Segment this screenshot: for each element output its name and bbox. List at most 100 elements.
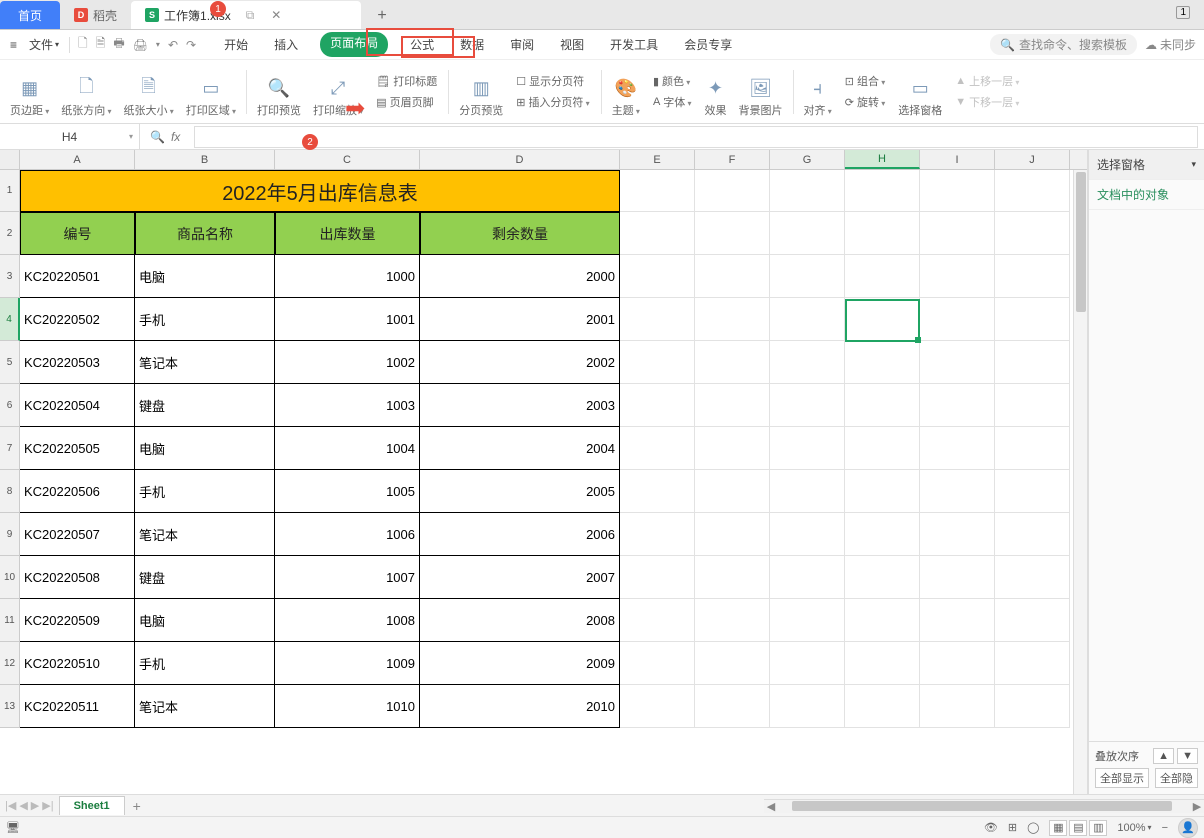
cell[interactable] — [845, 170, 920, 212]
cell[interactable] — [620, 556, 695, 599]
tab-member[interactable]: 会员专享 — [680, 32, 736, 57]
cell[interactable] — [770, 470, 845, 513]
col-header-G[interactable]: G — [770, 150, 845, 169]
grid-body[interactable]: 12345678910111213 2022年5月出库信息表编号商品名称出库数量… — [0, 170, 1087, 728]
row-header-10[interactable]: 10 — [0, 556, 20, 599]
btn-hide-all[interactable]: 全部隐 — [1155, 768, 1198, 788]
circle-icon[interactable]: ◯ — [1027, 821, 1039, 834]
sheet-nav-last[interactable]: ▶| — [42, 799, 53, 812]
data-cell[interactable]: 1010 — [275, 685, 420, 728]
btn-rotate[interactable]: ⟳旋转 — [841, 92, 889, 112]
col-header-J[interactable]: J — [995, 150, 1070, 169]
data-cell[interactable]: 笔记本 — [135, 341, 275, 384]
row-header-3[interactable]: 3 — [0, 255, 20, 298]
cell[interactable] — [770, 170, 845, 212]
btn-print-area[interactable]: ▭打印区域 — [180, 64, 242, 120]
data-cell[interactable]: 电脑 — [135, 427, 275, 470]
cell[interactable] — [845, 513, 920, 556]
tab-page-layout[interactable]: 页面布局 — [320, 32, 388, 57]
view-break[interactable]: ▥ — [1089, 820, 1107, 836]
hscroll-thumb[interactable] — [792, 801, 1172, 811]
cell[interactable] — [995, 170, 1070, 212]
cell[interactable] — [995, 513, 1070, 556]
cell[interactable] — [695, 513, 770, 556]
row-header-2[interactable]: 2 — [0, 212, 20, 255]
data-cell[interactable]: 2007 — [420, 556, 620, 599]
qat-undo-icon[interactable]: ↶ — [168, 38, 178, 52]
data-cell[interactable]: 2006 — [420, 513, 620, 556]
data-cell[interactable]: KC20220509 — [20, 599, 135, 642]
btn-paper-size[interactable]: 🗎纸张大小 — [118, 64, 180, 120]
cell[interactable] — [770, 599, 845, 642]
data-cell[interactable]: 1001 — [275, 298, 420, 341]
hscroll-left[interactable]: ◀ — [764, 800, 778, 813]
sync-status[interactable]: ☁ 未同步 — [1145, 36, 1204, 53]
cell[interactable] — [770, 212, 845, 255]
cell[interactable] — [920, 341, 995, 384]
new-tab-button[interactable]: + — [369, 3, 395, 29]
cell[interactable] — [995, 642, 1070, 685]
tab-view[interactable]: 视图 — [556, 32, 588, 57]
cell[interactable] — [995, 685, 1070, 728]
btn-move-down[interactable]: ▼ — [1177, 748, 1198, 764]
column-title[interactable]: 编号 — [20, 212, 135, 255]
cell[interactable] — [620, 170, 695, 212]
cell[interactable] — [845, 427, 920, 470]
add-sheet-button[interactable]: + — [125, 798, 149, 814]
data-cell[interactable]: 1007 — [275, 556, 420, 599]
tab-insert[interactable]: 插入 — [270, 32, 302, 57]
tab-home[interactable]: 首页 — [0, 1, 60, 29]
formula-input[interactable] — [194, 126, 1198, 148]
row-header-11[interactable]: 11 — [0, 599, 20, 642]
data-cell[interactable]: 1004 — [275, 427, 420, 470]
btn-print-scale[interactable]: ⤢打印缩放 — [307, 64, 369, 120]
cell[interactable] — [620, 384, 695, 427]
hscroll-right[interactable]: ▶ — [1190, 800, 1204, 813]
cell[interactable] — [845, 470, 920, 513]
cell[interactable] — [920, 255, 995, 298]
cell[interactable] — [995, 212, 1070, 255]
cell[interactable] — [920, 298, 995, 341]
data-cell[interactable]: KC20220508 — [20, 556, 135, 599]
btn-margins[interactable]: ▦页边距 — [4, 64, 55, 120]
cell[interactable] — [770, 427, 845, 470]
col-header-F[interactable]: F — [695, 150, 770, 169]
data-cell[interactable]: KC20220510 — [20, 642, 135, 685]
cell[interactable] — [995, 470, 1070, 513]
cell[interactable] — [620, 427, 695, 470]
cell[interactable] — [845, 642, 920, 685]
column-title[interactable]: 商品名称 — [135, 212, 275, 255]
cell[interactable] — [920, 470, 995, 513]
cell[interactable] — [770, 642, 845, 685]
btn-bg-image[interactable]: 🖼背景图片 — [733, 64, 789, 120]
cell[interactable] — [995, 599, 1070, 642]
btn-page-break-preview[interactable]: ▥分页预览 — [453, 64, 509, 120]
qat-redo-icon[interactable]: ↷ — [186, 38, 196, 52]
row-header-1[interactable]: 1 — [0, 170, 20, 212]
data-cell[interactable]: 2009 — [420, 642, 620, 685]
cell[interactable] — [695, 642, 770, 685]
cell[interactable] — [620, 685, 695, 728]
data-cell[interactable]: 1002 — [275, 341, 420, 384]
sheet-nav-first[interactable]: |◀ — [5, 799, 16, 812]
data-cell[interactable]: KC20220504 — [20, 384, 135, 427]
tab-review[interactable]: 审阅 — [506, 32, 538, 57]
cell[interactable] — [695, 384, 770, 427]
cell[interactable] — [695, 470, 770, 513]
eye-icon[interactable]: 👁 — [984, 821, 998, 834]
cell[interactable] — [695, 599, 770, 642]
cell[interactable] — [920, 599, 995, 642]
horizontal-scrollbar[interactable]: ◀ ▶ — [764, 799, 1204, 813]
cell[interactable] — [695, 556, 770, 599]
cell[interactable] — [920, 212, 995, 255]
btn-select-pane[interactable]: ▭选择窗格 — [892, 64, 948, 120]
btn-insert-breaks[interactable]: ⊞插入分页符 — [512, 92, 593, 112]
cell[interactable] — [695, 170, 770, 212]
row-header-5[interactable]: 5 — [0, 341, 20, 384]
cell[interactable] — [920, 513, 995, 556]
cell[interactable] — [845, 255, 920, 298]
btn-show-all[interactable]: 全部显示 — [1095, 768, 1149, 788]
qat-cut-icon[interactable]: 🖨 — [133, 38, 148, 52]
sheet-nav-prev[interactable]: ◀ — [19, 799, 27, 812]
cell[interactable] — [995, 341, 1070, 384]
